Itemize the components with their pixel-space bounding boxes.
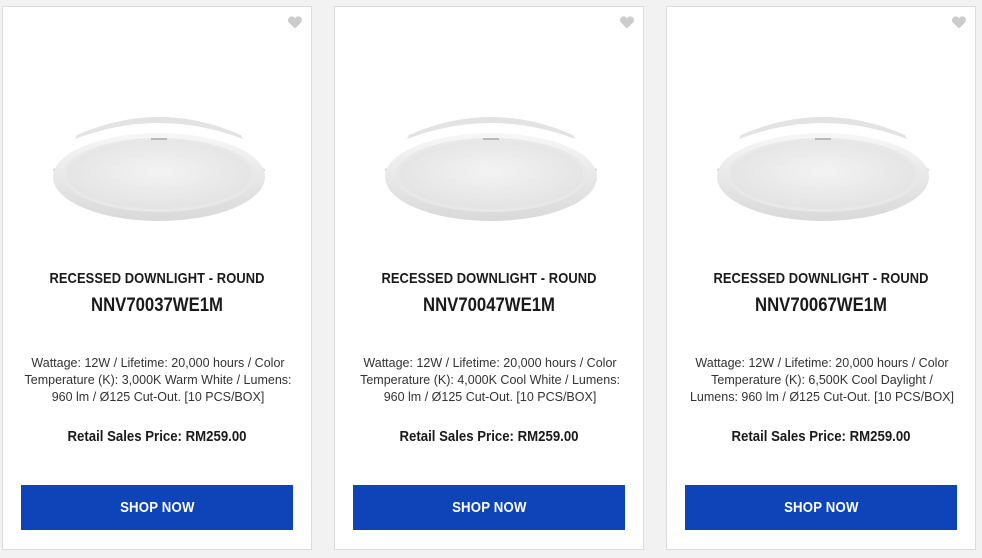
product-image[interactable] bbox=[371, 77, 611, 227]
product-model[interactable]: NNV70067WE1M bbox=[685, 295, 956, 317]
product-type: RECESSED DOWNLIGHT - ROUND bbox=[49, 270, 265, 287]
retail-price: Retail Sales Price: RM259.00 bbox=[399, 428, 579, 445]
product-type: RECESSED DOWNLIGHT - ROUND bbox=[381, 270, 597, 287]
favorite-button[interactable] bbox=[619, 14, 635, 30]
product-model[interactable]: NNV70047WE1M bbox=[353, 295, 624, 317]
product-card: RECESSED DOWNLIGHT - ROUND NNV70047WE1M … bbox=[334, 6, 644, 550]
shop-now-label: SHOP NOW bbox=[451, 499, 527, 516]
favorite-button[interactable] bbox=[951, 14, 967, 30]
shop-now-label: SHOP NOW bbox=[119, 499, 195, 516]
favorite-button[interactable] bbox=[287, 14, 303, 30]
heart-icon bbox=[952, 16, 966, 29]
product-model[interactable]: NNV70037WE1M bbox=[21, 295, 292, 317]
product-description: Wattage: 12W / Lifetime: 20,000 hours / … bbox=[360, 356, 620, 404]
product-description: Wattage: 12W / Lifetime: 20,000 hours / … bbox=[24, 356, 292, 404]
shop-now-button[interactable]: SHOP NOW bbox=[353, 485, 625, 530]
product-description: Wattage: 12W / Lifetime: 20,000 hours / … bbox=[689, 356, 954, 404]
product-image[interactable] bbox=[39, 77, 279, 227]
product-card: RECESSED DOWNLIGHT - ROUND NNV70067WE1M … bbox=[666, 6, 976, 550]
product-type: RECESSED DOWNLIGHT - ROUND bbox=[713, 270, 929, 287]
product-grid: RECESSED DOWNLIGHT - ROUND NNV70037WE1M … bbox=[0, 0, 982, 558]
retail-price: Retail Sales Price: RM259.00 bbox=[67, 428, 247, 445]
product-card: RECESSED DOWNLIGHT - ROUND NNV70037WE1M … bbox=[2, 6, 312, 550]
heart-icon bbox=[620, 16, 634, 29]
shop-now-label: SHOP NOW bbox=[783, 499, 859, 516]
product-image[interactable] bbox=[703, 77, 943, 227]
shop-now-button[interactable]: SHOP NOW bbox=[21, 485, 293, 530]
retail-price: Retail Sales Price: RM259.00 bbox=[731, 428, 911, 445]
heart-icon bbox=[288, 16, 302, 29]
shop-now-button[interactable]: SHOP NOW bbox=[685, 485, 957, 530]
